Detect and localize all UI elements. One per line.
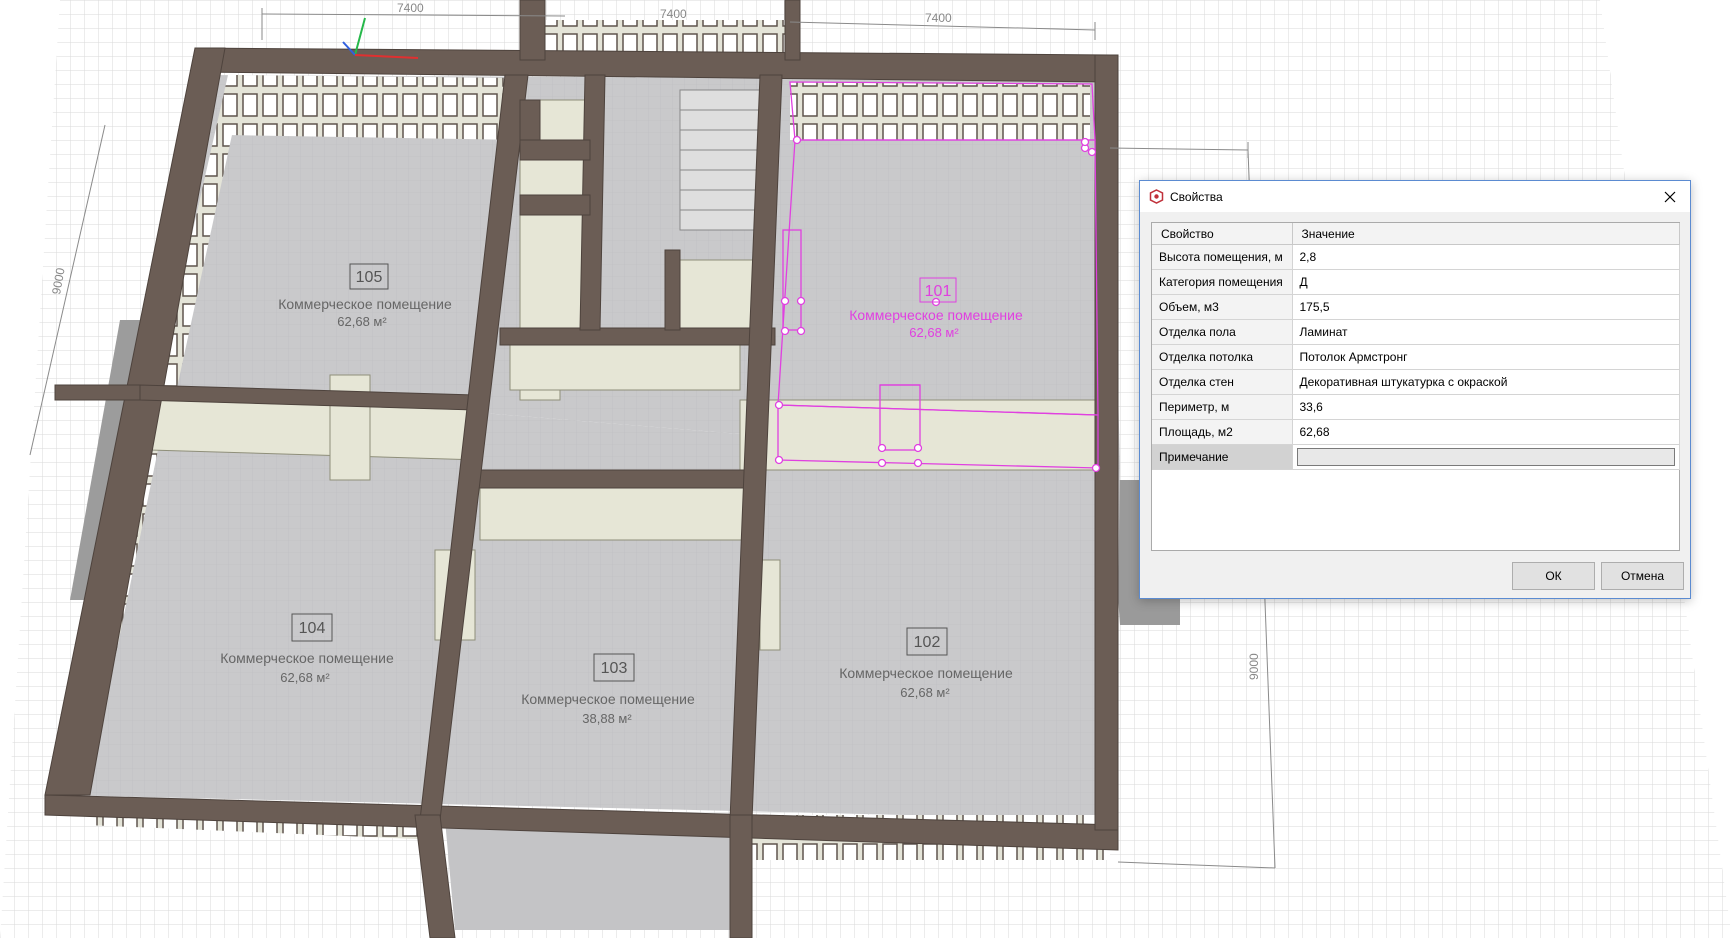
property-value[interactable]: Декоративная штукатурка с окраской	[1292, 369, 1680, 395]
property-row[interactable]: Отделка потолка Потолок Армстронг	[1152, 344, 1680, 370]
svg-text:102: 102	[914, 634, 941, 651]
property-row[interactable]: Высота помещения, м 2,8	[1152, 244, 1680, 270]
property-row[interactable]: Объем, м3 175,5	[1152, 294, 1680, 320]
dim-right: 9000	[1247, 653, 1261, 680]
dialog-title: Свойства	[1170, 190, 1223, 204]
property-name: Отделка потолка	[1152, 344, 1293, 370]
grid-header: Свойство Значение	[1152, 223, 1680, 245]
note-input[interactable]	[1296, 448, 1675, 466]
cancel-button[interactable]: Отмена	[1601, 562, 1684, 590]
property-name: Объем, м3	[1152, 294, 1293, 320]
property-row-selected[interactable]: Примечание	[1152, 444, 1680, 470]
property-name: Примечание	[1152, 444, 1293, 470]
svg-text:62,68 м²: 62,68 м²	[909, 325, 959, 340]
property-row[interactable]: Отделка пола Ламинат	[1152, 319, 1680, 345]
property-row[interactable]: Периметр, м 33,6	[1152, 394, 1680, 420]
dim-top-right: 7400	[925, 11, 952, 25]
properties-dialog: Свойства Свойство Значение Высота помеще…	[1139, 180, 1691, 599]
properties-grid[interactable]: Свойство Значение Высота помещения, м 2,…	[1151, 222, 1680, 551]
svg-text:Коммерческое помещение: Коммерческое помещение	[849, 307, 1023, 323]
app-logo-icon	[1149, 189, 1164, 204]
dim-top-mid: 7400	[660, 7, 687, 21]
column-header-property[interactable]: Свойство	[1152, 223, 1293, 245]
svg-text:105: 105	[356, 269, 383, 286]
staircase	[679, 89, 761, 231]
property-name: Площадь, м2	[1152, 419, 1293, 445]
ok-button[interactable]: ОК	[1512, 562, 1595, 590]
property-name: Отделка стен	[1152, 369, 1293, 395]
dialog-titlebar[interactable]: Свойства	[1140, 181, 1690, 212]
property-name: Высота помещения, м	[1152, 244, 1293, 270]
svg-text:62,68 м²: 62,68 м²	[280, 670, 330, 685]
svg-text:38,88 м²: 38,88 м²	[582, 711, 632, 726]
close-button[interactable]	[1650, 181, 1690, 212]
svg-text:101: 101	[925, 283, 952, 300]
property-value[interactable]: Ламинат	[1292, 319, 1680, 345]
column-header-value[interactable]: Значение	[1292, 223, 1680, 245]
svg-text:103: 103	[601, 660, 628, 677]
svg-text:62,68 м²: 62,68 м²	[900, 685, 950, 700]
svg-text:62,68 м²: 62,68 м²	[337, 314, 387, 329]
property-value[interactable]: 175,5	[1292, 294, 1680, 320]
svg-text:Коммерческое помещение: Коммерческое помещение	[521, 691, 695, 707]
property-value[interactable]: Д	[1292, 269, 1680, 295]
svg-text:Коммерческое помещение: Коммерческое помещение	[839, 665, 1013, 681]
property-value-editor[interactable]	[1292, 444, 1680, 470]
property-name: Категория помещения	[1152, 269, 1293, 295]
property-name: Периметр, м	[1152, 394, 1293, 420]
property-value[interactable]: 2,8	[1292, 244, 1680, 270]
property-row[interactable]: Площадь, м2 62,68	[1152, 419, 1680, 445]
property-name: Отделка пола	[1152, 319, 1293, 345]
svg-text:Коммерческое помещение: Коммерческое помещение	[220, 650, 394, 666]
property-value[interactable]: 62,68	[1292, 419, 1680, 445]
property-value[interactable]: Потолок Армстронг	[1292, 344, 1680, 370]
property-value[interactable]: 33,6	[1292, 394, 1680, 420]
property-row[interactable]: Отделка стен Декоративная штукатурка с о…	[1152, 369, 1680, 395]
close-icon	[1664, 191, 1676, 202]
svg-text:Коммерческое помещение: Коммерческое помещение	[278, 296, 452, 312]
svg-text:104: 104	[299, 620, 326, 637]
property-row[interactable]: Категория помещения Д	[1152, 269, 1680, 295]
dim-top-left: 7400	[397, 1, 424, 15]
